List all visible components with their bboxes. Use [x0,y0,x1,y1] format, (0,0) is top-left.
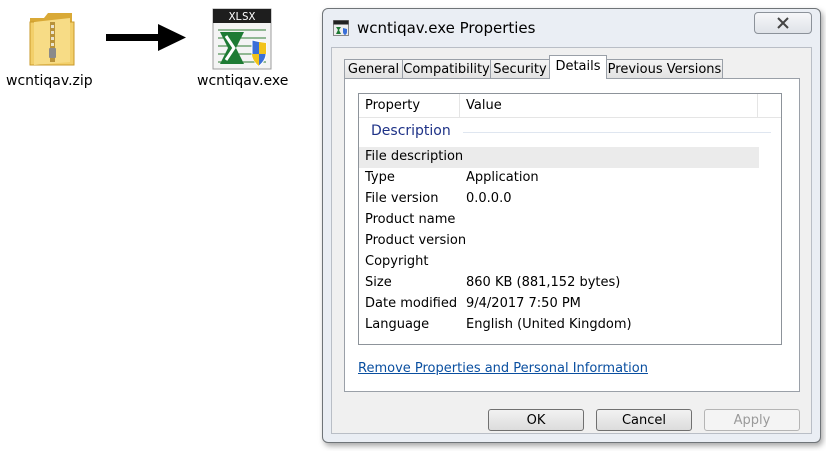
exe-title-icon [333,20,349,36]
property-name: Size [365,275,392,290]
property-value: English (United Kingdom) [466,317,632,332]
title-bar[interactable]: wcntiqav.exe Properties [323,9,820,47]
group-divider [463,132,771,133]
list-header: Property Value [359,94,781,118]
arrow-right-icon [106,20,186,60]
table-row[interactable]: Type Application [359,168,759,189]
table-row[interactable]: Product name [359,210,759,231]
exe-file-label: wcntiqav.exe [197,73,289,89]
properties-dialog: wcntiqav.exe Properties General Compatib… [322,8,821,443]
property-name: File description [365,149,464,164]
property-value: 0.0.0.0 [466,191,512,206]
xlsx-icon-text: XLSX [229,10,256,23]
zip-folder-icon[interactable] [26,8,78,68]
tab-previous-versions[interactable]: Previous Versions [606,59,723,78]
property-name: Date modified [365,296,458,311]
property-name: Product name [365,212,456,227]
remove-properties-link[interactable]: Remove Properties and Personal Informati… [358,361,648,376]
table-row[interactable]: Product version [359,231,759,252]
tab-general[interactable]: General [344,59,403,78]
property-rows: File description Type Application File ve… [359,147,759,336]
table-row[interactable]: Copyright [359,252,759,273]
cancel-button[interactable]: Cancel [596,409,692,431]
property-name: File version [365,191,439,206]
property-value: Application [466,170,539,185]
property-value: 860 KB (881,152 bytes) [466,275,621,290]
property-name: Product version [365,233,467,248]
properties-list[interactable]: Property Value Description File descript… [358,93,782,345]
table-row[interactable]: File version 0.0.0.0 [359,189,759,210]
tab-security[interactable]: Security [490,59,550,78]
ok-button[interactable]: OK [488,409,584,431]
column-header-value[interactable]: Value [460,94,758,117]
zip-file-label: wcntiqav.zip [6,73,93,89]
property-name: Language [365,317,430,332]
group-header-description[interactable]: Description [371,123,451,139]
tab-details[interactable]: Details [549,55,607,79]
apply-button[interactable]: Apply [704,409,800,431]
close-icon [777,17,789,29]
close-button[interactable] [754,12,812,34]
table-row[interactable]: Date modified 9/4/2017 7:50 PM [359,294,759,315]
tab-compatibility[interactable]: Compatibility [402,59,491,78]
property-name: Type [365,170,395,185]
dialog-body: General Compatibility Security Details P… [331,47,812,434]
table-row[interactable]: Size 860 KB (881,152 bytes) [359,273,759,294]
table-row[interactable]: Language English (United Kingdom) [359,315,759,336]
xlsx-exe-icon[interactable]: XLSX [212,8,272,70]
table-row[interactable]: File description [359,147,759,168]
dialog-title: wcntiqav.exe Properties [357,19,536,37]
property-value: 9/4/2017 7:50 PM [466,296,581,311]
property-name: Copyright [365,254,429,269]
column-header-property[interactable]: Property [359,94,460,117]
